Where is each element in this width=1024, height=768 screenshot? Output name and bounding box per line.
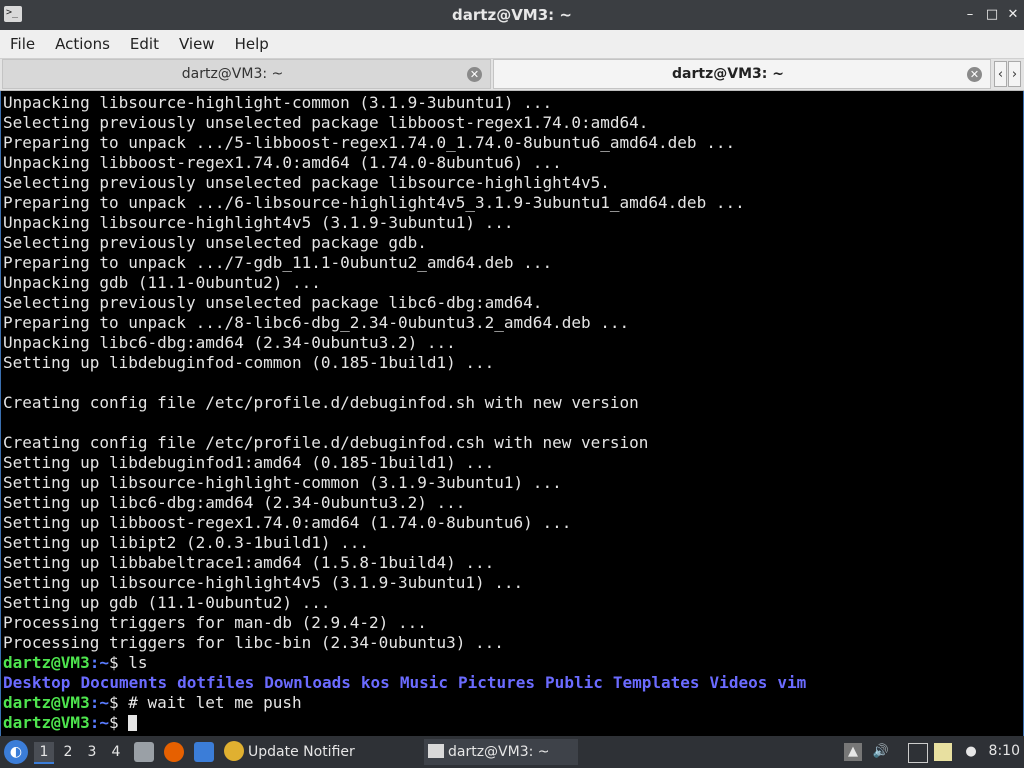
terminal-line: Setting up libboost-regex1.74.0:amd64 (1… xyxy=(3,513,572,532)
terminal-line: Preparing to unpack .../5-libboost-regex… xyxy=(3,133,736,152)
menu-bar: File Actions Edit View Help xyxy=(0,30,1024,59)
prompt-line: dartz@VM3:~$ # wait let me push xyxy=(3,693,1021,713)
task-terminal[interactable]: dartz@VM3: ~ xyxy=(424,739,578,765)
network-icon[interactable] xyxy=(908,743,928,763)
directory-entry: Documents xyxy=(80,673,168,692)
workspace-1[interactable]: 1 xyxy=(34,742,54,764)
directory-entry: Music xyxy=(399,673,448,692)
cursor xyxy=(128,715,138,731)
workspace-4[interactable]: 4 xyxy=(106,742,126,762)
volume-icon[interactable]: 🔊 xyxy=(872,743,890,761)
command-text: # wait let me push xyxy=(128,693,302,712)
terminal-line: Processing triggers for man-db (2.9.4-2)… xyxy=(3,613,427,632)
prompt-symbol: $ xyxy=(108,713,129,732)
menu-help[interactable]: Help xyxy=(225,30,279,58)
terminal-line: Setting up libsource-highlight-common (3… xyxy=(3,473,562,492)
directory-entry: Desktop xyxy=(3,673,71,692)
menu-edit[interactable]: Edit xyxy=(120,30,169,58)
window-title: dartz@VM3: ~ xyxy=(452,6,572,24)
close-icon[interactable]: ✕ xyxy=(1005,7,1021,23)
terminal-line: Setting up libsource-highlight4v5 (3.1.9… xyxy=(3,573,524,592)
tab-scroll-left-icon[interactable]: ‹ xyxy=(994,61,1007,87)
file-manager-icon[interactable] xyxy=(134,742,154,762)
terminal-line: Setting up libbabeltrace1:amd64 (1.5.8-1… xyxy=(3,553,495,572)
firefox-icon[interactable] xyxy=(164,742,184,762)
directory-entry: Public xyxy=(545,673,603,692)
directory-entry: vim xyxy=(777,673,807,692)
tab-bar: dartz@VM3: ~ ✕ dartz@VM3: ~ ✕ ‹ › xyxy=(0,59,1024,91)
terminal-line: Preparing to unpack .../7-gdb_11.1-0ubun… xyxy=(3,253,553,272)
show-desktop-icon[interactable] xyxy=(194,742,214,762)
prompt-path: :~ xyxy=(89,713,109,732)
directory-entry: Downloads xyxy=(264,673,351,692)
clock: 8:10 xyxy=(988,743,1020,759)
workspace-2[interactable]: 2 xyxy=(58,742,78,762)
prompt-user: dartz@VM3 xyxy=(3,653,90,672)
start-menu-icon[interactable]: ◐ xyxy=(4,740,28,764)
prompt-symbol: $ xyxy=(108,653,129,672)
eject-icon[interactable]: ▲ xyxy=(844,743,862,761)
terminal-line: Unpacking libsource-highlight4v5 (3.1.9-… xyxy=(3,213,514,232)
taskbar: ◐ 1 2 3 4 Update Notifier dartz@VM3: ~ ▲… xyxy=(0,736,1024,768)
notification-icon[interactable]: ● xyxy=(962,743,980,761)
window-titlebar[interactable]: >_ dartz@VM3: ~ – □ ✕ xyxy=(0,0,1024,30)
terminal-line: Setting up libdebuginfod1:amd64 (0.185-1… xyxy=(3,453,495,472)
tab-close-icon[interactable]: ✕ xyxy=(467,67,482,82)
directory-entry: kos xyxy=(360,673,390,692)
terminal-line: Unpacking libboost-regex1.74.0:amd64 (1.… xyxy=(3,153,562,172)
prompt-user: dartz@VM3 xyxy=(3,713,90,732)
update-notifier-icon xyxy=(224,741,244,761)
prompt-path: :~ xyxy=(89,653,109,672)
directory-entry: Pictures xyxy=(457,673,536,692)
menu-file[interactable]: File xyxy=(0,30,45,58)
terminal-view[interactable]: Unpacking libsource-highlight-common (3.… xyxy=(0,91,1024,736)
menu-actions[interactable]: Actions xyxy=(45,30,120,58)
tab-terminal-2[interactable]: dartz@VM3: ~ ✕ xyxy=(493,59,991,89)
terminal-line: Preparing to unpack .../8-libc6-dbg_2.34… xyxy=(3,313,630,332)
tab-label: dartz@VM3: ~ xyxy=(181,66,284,82)
terminal-line: Unpacking libc6-dbg:amd64 (2.34-0ubuntu3… xyxy=(3,333,456,352)
prompt-symbol: $ xyxy=(108,693,129,712)
minimize-icon[interactable]: – xyxy=(962,7,978,23)
terminal-line: Setting up libdebuginfod-common (0.185-1… xyxy=(3,353,495,372)
prompt-line: dartz@VM3:~$ xyxy=(3,713,1021,733)
prompt-user: dartz@VM3 xyxy=(3,693,90,712)
ls-output: Desktop Documents dotfiles Downloads kos Musi… xyxy=(3,673,1021,693)
terminal-line: Creating config file /etc/profile.d/debu… xyxy=(3,393,639,412)
menu-view[interactable]: View xyxy=(169,30,225,58)
terminal-line: Unpacking gdb (11.1-0ubuntu2) ... xyxy=(3,273,321,292)
tab-terminal-1[interactable]: dartz@VM3: ~ ✕ xyxy=(2,59,491,89)
directory-entry: Videos xyxy=(709,673,768,692)
prompt-line: dartz@VM3:~$ ls xyxy=(3,653,1021,673)
terminal-line: Creating config file /etc/profile.d/debu… xyxy=(3,433,649,452)
terminal-line: Selecting previously unselected package … xyxy=(3,173,610,192)
terminal-line: Selecting previously unselected package … xyxy=(3,113,649,132)
command-text: ls xyxy=(128,653,148,672)
prompt-path: :~ xyxy=(89,693,109,712)
workspace-3[interactable]: 3 xyxy=(82,742,102,762)
terminal-line: Selecting previously unselected package … xyxy=(3,233,427,252)
tab-label: dartz@VM3: ~ xyxy=(672,66,784,82)
terminal-line: Selecting previously unselected package … xyxy=(3,293,543,312)
tab-scroll-right-icon[interactable]: › xyxy=(1008,61,1021,87)
terminal-line: Setting up gdb (11.1-0ubuntu2) ... xyxy=(3,593,331,612)
terminal-line: Setting up libipt2 (2.0.3-1build1) ... xyxy=(3,533,370,552)
terminal-line: Processing triggers for libc-bin (2.34-0… xyxy=(3,633,504,652)
terminal-output: Unpacking libsource-highlight-common (3.… xyxy=(1,91,1023,733)
directory-entry: dotfiles xyxy=(177,673,255,692)
terminal-icon xyxy=(428,744,444,758)
clipboard-icon[interactable] xyxy=(934,743,952,761)
terminal-line: Preparing to unpack .../6-libsource-high… xyxy=(3,193,745,212)
task-update-notifier[interactable]: Update Notifier xyxy=(224,739,355,765)
maximize-icon[interactable]: □ xyxy=(984,7,1000,23)
tab-close-icon[interactable]: ✕ xyxy=(967,67,982,82)
directory-entry: Templates xyxy=(612,673,700,692)
terminal-line: Setting up libc6-dbg:amd64 (2.34-0ubuntu… xyxy=(3,493,466,512)
terminal-line: Unpacking libsource-highlight-common (3.… xyxy=(3,93,553,112)
